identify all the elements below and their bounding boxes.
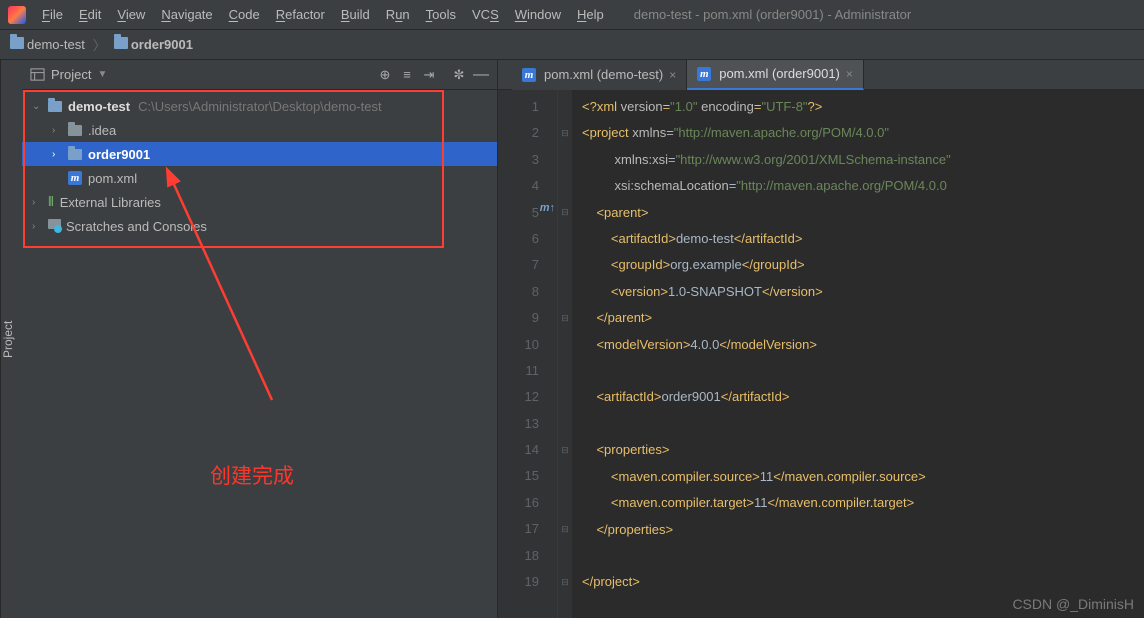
- app-icon: [8, 6, 26, 24]
- module-icon: [48, 101, 62, 112]
- select-opened-file-icon[interactable]: ⊕: [377, 67, 393, 83]
- annotation-text: 创建完成: [210, 460, 294, 490]
- chevron-right-icon[interactable]: ›: [52, 149, 64, 160]
- code-content[interactable]: <?xml version="1.0" encoding="UTF-8"?> <…: [572, 90, 1144, 618]
- menu-window[interactable]: Window: [509, 5, 567, 24]
- close-icon[interactable]: ×: [846, 67, 853, 81]
- menu-help[interactable]: Help: [571, 5, 610, 24]
- menu-view[interactable]: View: [111, 5, 151, 24]
- tab-pom-demo-test[interactable]: m pom.xml (demo-test) ×: [512, 60, 687, 90]
- settings-icon[interactable]: ✼: [451, 67, 467, 83]
- breadcrumb: demo-test 〉 order9001: [0, 30, 1144, 60]
- tree-pom[interactable]: m pom.xml: [22, 166, 497, 190]
- maven-icon: m: [697, 67, 711, 81]
- chevron-right-icon[interactable]: ›: [32, 221, 44, 232]
- project-title[interactable]: Project: [51, 67, 91, 82]
- module-icon: [68, 149, 82, 160]
- tree-external-libraries[interactable]: › ⦀ External Libraries: [22, 190, 497, 214]
- project-view-icon[interactable]: [30, 67, 45, 82]
- tree-scratches[interactable]: › Scratches and Consoles: [22, 214, 497, 238]
- line-gutter: 12 34 56 78 910 1112 1314 1516 1718 19 m…: [498, 90, 558, 618]
- window-title: demo-test - pom.xml (order9001) - Admini…: [634, 7, 911, 22]
- menu-file[interactable]: File: [36, 5, 69, 24]
- menu-vcs[interactable]: VCS: [466, 5, 505, 24]
- project-panel: Project ▼ ⊕ ≡ ⇥ ✼ — ⌄ demo-test C:\Users…: [22, 60, 498, 618]
- fold-gutter: ⊟ ⊟ ⊟ ⊟ ⊟⊟: [558, 90, 572, 618]
- menu-run[interactable]: Run: [380, 5, 416, 24]
- chevron-right-icon[interactable]: ›: [32, 197, 44, 208]
- chevron-down-icon[interactable]: ⌄: [32, 101, 44, 112]
- breadcrumb-child[interactable]: order9001: [114, 37, 193, 52]
- maven-icon: m: [522, 68, 536, 82]
- tab-pom-order9001[interactable]: m pom.xml (order9001) ×: [687, 60, 864, 90]
- code-area[interactable]: 12 34 56 78 910 1112 1314 1516 1718 19 m…: [498, 90, 1144, 618]
- breadcrumb-sep: 〉: [93, 35, 106, 54]
- chevron-right-icon[interactable]: ›: [52, 125, 64, 136]
- dropdown-icon[interactable]: ▼: [97, 69, 107, 80]
- maven-gutter-icon[interactable]: m↑: [540, 202, 555, 214]
- expand-all-icon[interactable]: ≡: [399, 67, 415, 83]
- tree-root[interactable]: ⌄ demo-test C:\Users\Administrator\Deskt…: [22, 94, 497, 118]
- menu-bar: File Edit View Navigate Code Refactor Bu…: [0, 0, 1144, 30]
- menu-build[interactable]: Build: [335, 5, 376, 24]
- breadcrumb-root[interactable]: demo-test: [10, 37, 85, 52]
- side-tab-project[interactable]: Project: [0, 60, 22, 618]
- menu-navigate[interactable]: Navigate: [155, 5, 218, 24]
- menu-code[interactable]: Code: [223, 5, 266, 24]
- tree-order9001[interactable]: › order9001: [22, 142, 497, 166]
- project-header: Project ▼ ⊕ ≡ ⇥ ✼ —: [22, 60, 497, 90]
- close-icon[interactable]: ×: [669, 68, 676, 82]
- editor: m pom.xml (demo-test) × m pom.xml (order…: [498, 60, 1144, 618]
- scratches-icon: [48, 219, 62, 233]
- library-icon: ⦀: [48, 194, 54, 210]
- tree-idea[interactable]: › .idea: [22, 118, 497, 142]
- watermark: CSDN @_DiminisH: [1012, 596, 1134, 612]
- maven-icon: m: [68, 171, 82, 185]
- collapse-all-icon[interactable]: ⇥: [421, 67, 437, 83]
- menu-refactor[interactable]: Refactor: [270, 5, 331, 24]
- editor-tabs-bar: m pom.xml (demo-test) × m pom.xml (order…: [498, 60, 1144, 90]
- project-tree: ⌄ demo-test C:\Users\Administrator\Deskt…: [22, 90, 497, 618]
- menu-edit[interactable]: Edit: [73, 5, 107, 24]
- hide-icon[interactable]: —: [473, 67, 489, 83]
- folder-icon: [68, 125, 82, 136]
- menu-tools[interactable]: Tools: [420, 5, 462, 24]
